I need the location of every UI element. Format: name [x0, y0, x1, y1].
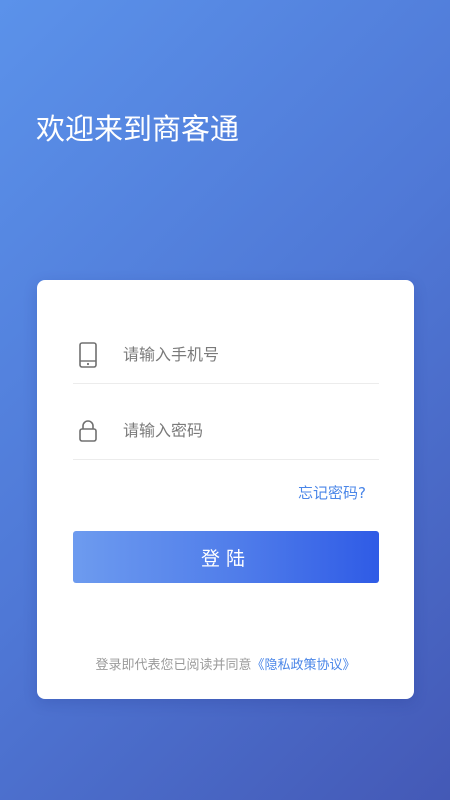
forgot-password-link[interactable]: 忘记密码? — [298, 482, 366, 503]
privacy-policy-link[interactable]: 《隐私政策协议》 — [252, 658, 356, 673]
lock-icon — [75, 418, 101, 444]
password-input[interactable] — [123, 421, 363, 440]
password-field — [73, 402, 379, 460]
agreement-prefix: 登录即代表您已阅读并同意 — [95, 658, 252, 673]
agreement-text: 登录即代表您已阅读并同意《隐私政策协议》 — [37, 654, 414, 673]
phone-field — [73, 326, 379, 384]
login-card: 忘记密码? 登陆 登录即代表您已阅读并同意《隐私政策协议》 — [37, 280, 414, 699]
login-button[interactable]: 登陆 — [73, 531, 379, 583]
page-title: 欢迎来到商客通 — [36, 112, 240, 146]
phone-icon — [75, 341, 101, 368]
phone-input[interactable] — [123, 345, 363, 364]
